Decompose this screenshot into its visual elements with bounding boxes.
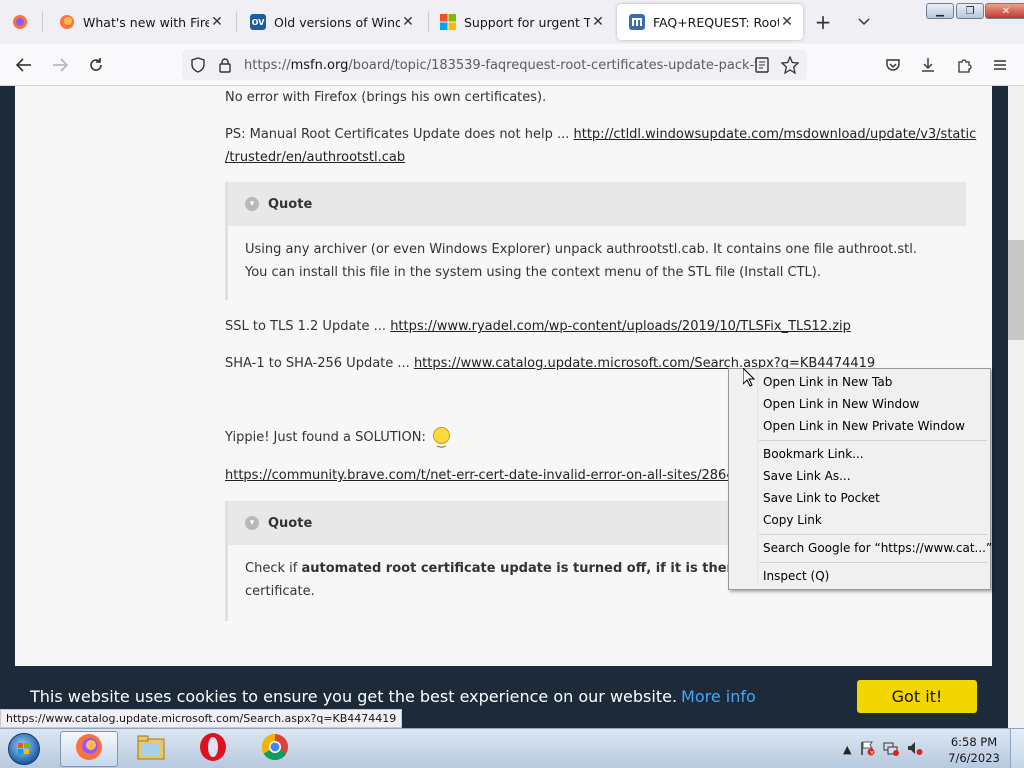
clock-time: 6:58 PM: [950, 735, 998, 749]
tab-strip: What's new with Firefox - ✕ OV Old versi…: [0, 0, 1024, 44]
menu-save-link-as[interactable]: Save Link As...: [763, 469, 851, 483]
got-it-button[interactable]: Got it!: [857, 680, 977, 713]
taskbar-opera[interactable]: [184, 731, 242, 767]
menu-separator: [759, 534, 987, 535]
url-text[interactable]: https://msfn.org/board/topic/183539-faqr…: [244, 58, 757, 73]
list-all-tabs-icon[interactable]: [852, 10, 876, 34]
more-info-link[interactable]: More info: [681, 687, 756, 706]
vertical-scrollbar[interactable]: [1008, 86, 1024, 728]
svg-text:×: ×: [870, 749, 875, 756]
close-window-icon[interactable]: ✕: [985, 3, 1024, 19]
clock-date: 7/6/2023: [948, 751, 1000, 765]
volume-muted-icon[interactable]: [907, 740, 923, 759]
action-center-flag-icon[interactable]: ×: [859, 740, 875, 759]
taskbar-explorer[interactable]: [122, 731, 180, 767]
post-text-brave: https://community.brave.com/t/net-err-ce…: [225, 464, 751, 487]
menu-bookmark-link[interactable]: Bookmark Link...: [763, 447, 864, 461]
chevron-down-icon: ▾: [245, 516, 259, 530]
menu-open-new-tab[interactable]: Open Link in New Tab: [763, 375, 892, 389]
post-text-ssl: SSL to TLS 1.2 Update ... https://www.ry…: [225, 319, 851, 334]
show-hidden-icons-icon[interactable]: ▲: [843, 743, 851, 756]
taskbar-firefox[interactable]: [60, 731, 118, 767]
tab-whats-new[interactable]: What's new with Firefox - ✕: [47, 4, 233, 40]
menu-save-to-pocket[interactable]: Save Link to Pocket: [763, 491, 880, 505]
menu-inspect[interactable]: Inspect (Q): [763, 569, 829, 583]
microsoft-icon: [440, 14, 456, 30]
close-icon[interactable]: ✕: [400, 14, 416, 30]
msfn-icon: [629, 14, 645, 30]
authrootstl-link[interactable]: http://ctldl.windowsupdate.com/msdownloa…: [574, 127, 977, 142]
link-context-menu: Open Link in New Tab Open Link in New Wi…: [728, 368, 992, 590]
quote-body: Using any archiver (or even Windows Expl…: [245, 242, 917, 280]
tlsfix-link[interactable]: https://www.ryadel.com/wp-content/upload…: [390, 319, 851, 334]
authrootstl-link-cont[interactable]: /trustedr/en/authrootstl.cab: [225, 150, 405, 165]
menu-separator: [759, 562, 987, 563]
extensions-icon[interactable]: [950, 52, 978, 78]
tab-faq-request[interactable]: FAQ+REQUEST: Root Cer ✕: [617, 4, 803, 40]
new-tab-icon[interactable]: +: [811, 10, 835, 34]
chevron-down-icon: ▾: [245, 197, 259, 211]
navigation-toolbar: https://msfn.org/board/topic/183539-faqr…: [0, 44, 1024, 86]
downloads-icon[interactable]: [914, 52, 942, 78]
tab-title: FAQ+REQUEST: Root Cer: [653, 14, 779, 30]
menu-open-private-window[interactable]: Open Link in New Private Window: [763, 419, 965, 433]
back-icon[interactable]: [10, 52, 38, 78]
cookie-message: This website uses cookies to ensure you …: [30, 687, 756, 706]
tab-title: Support for urgent Truste: [464, 14, 590, 30]
mouse-cursor-icon: [743, 368, 755, 387]
status-bar-url: https://www.catalog.update.microsoft.com…: [0, 709, 403, 728]
close-icon[interactable]: ✕: [779, 14, 795, 30]
opera-icon: [198, 732, 228, 766]
ov-icon: OV: [250, 14, 266, 30]
post-text-ps: PS: Manual Root Certificates Update does…: [225, 127, 977, 165]
taskbar-chrome[interactable]: [246, 731, 304, 767]
address-bar[interactable]: https://msfn.org/board/topic/183539-faqr…: [182, 50, 807, 80]
file-explorer-icon: [136, 733, 166, 765]
tab-old-versions[interactable]: OV Old versions of Windows ✕: [238, 4, 424, 40]
taskbar: ▲ × 6:58 PM 7/6/2023: [0, 728, 1024, 768]
close-icon[interactable]: ✕: [209, 14, 225, 30]
menu-icon[interactable]: [986, 52, 1014, 78]
firefox-view-icon[interactable]: [8, 10, 32, 34]
network-icon[interactable]: [883, 740, 900, 759]
pocket-icon[interactable]: [879, 52, 907, 78]
lock-icon[interactable]: [218, 57, 232, 77]
forward-icon[interactable]: [46, 52, 74, 78]
firefox-icon: [74, 732, 104, 766]
chrome-icon: [260, 732, 290, 766]
quote-block-1: ▾ Quote Using any archiver (or even Wind…: [225, 182, 966, 300]
taskbar-clock[interactable]: 6:58 PM 7/6/2023: [946, 734, 1002, 766]
close-icon[interactable]: ✕: [590, 14, 606, 30]
scrollbar-thumb[interactable]: [1008, 240, 1024, 340]
tab-title: Old versions of Windows: [274, 14, 400, 30]
menu-open-new-window[interactable]: Open Link in New Window: [763, 397, 919, 411]
tracking-protection-icon[interactable]: [190, 57, 206, 77]
tab-title: What's new with Firefox -: [83, 14, 209, 30]
quote-header[interactable]: ▾ Quote: [228, 182, 966, 226]
post-text-firefox: No error with Firefox (brings his own ce…: [225, 90, 547, 105]
restore-icon[interactable]: ❐: [956, 3, 984, 19]
show-desktop-button[interactable]: [1010, 729, 1024, 768]
smiley-icon: [432, 427, 450, 453]
firefox-icon: [59, 14, 75, 30]
tab-support-urgent[interactable]: Support for urgent Truste ✕: [428, 4, 614, 40]
brave-community-link[interactable]: https://community.brave.com/t/net-err-ce…: [225, 468, 751, 483]
reader-view-icon[interactable]: [755, 57, 769, 77]
bookmark-star-icon[interactable]: [780, 55, 800, 78]
menu-copy-link[interactable]: Copy Link: [763, 513, 822, 527]
menu-separator: [759, 440, 987, 441]
reload-icon[interactable]: [82, 52, 110, 78]
system-tray: ▲ ×: [843, 729, 923, 768]
windows-start-icon: [8, 733, 40, 765]
minimize-icon[interactable]: ▁: [926, 3, 954, 19]
start-button[interactable]: [2, 730, 46, 768]
post-text-yippie: Yippie! Just found a SOLUTION:: [225, 426, 450, 453]
menu-search-google[interactable]: Search Google for “https://www.cat...”: [763, 541, 992, 555]
